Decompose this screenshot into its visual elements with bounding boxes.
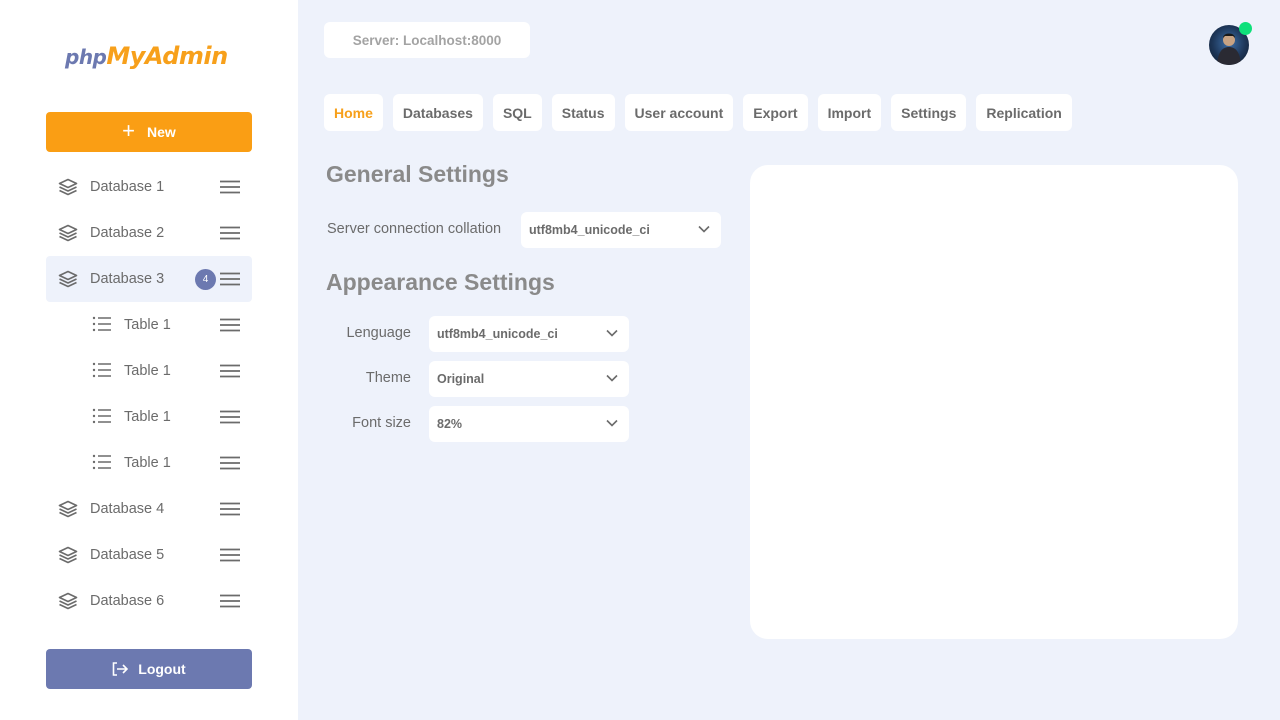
sidebar-item-label: Table 1: [124, 363, 171, 379]
layers-icon: [58, 546, 78, 564]
sidebar: phpMyAdmin + New Database 1 Database 2 Dat…: [0, 0, 298, 720]
theme-select[interactable]: Original: [429, 361, 629, 397]
appearance-settings-title: Appearance Settings: [326, 269, 555, 295]
layers-icon: [58, 178, 78, 196]
logo-myadmin-text: MyAdmin: [106, 42, 228, 70]
sidebar-table-item[interactable]: Table 1: [46, 348, 252, 394]
collation-label: Server connection collation: [327, 221, 502, 237]
tab-home[interactable]: Home: [324, 94, 383, 131]
sidebar-table-item[interactable]: Table 1: [46, 440, 252, 486]
sidebar-database-item[interactable]: Database 4: [46, 486, 252, 532]
hamburger-icon[interactable]: [220, 502, 240, 516]
hamburger-icon[interactable]: [220, 226, 240, 240]
hamburger-icon[interactable]: [220, 364, 240, 378]
language-select[interactable]: utf8mb4_unicode_ci: [429, 316, 629, 352]
tab-settings[interactable]: Settings: [891, 94, 967, 131]
hamburger-icon[interactable]: [220, 318, 240, 332]
list-icon: [92, 454, 112, 472]
chevron-down-icon: [606, 419, 618, 427]
tab-status[interactable]: Status: [551, 94, 615, 131]
logout-button[interactable]: Logout: [46, 649, 252, 689]
hamburger-icon[interactable]: [220, 456, 240, 470]
sidebar-item-label: Table 1: [124, 317, 171, 333]
sidebar-item-label: Database 2: [90, 225, 165, 241]
phpmyadmin-logo[interactable]: phpMyAdmin: [65, 42, 228, 70]
sidebar-item-label: Database 3: [90, 271, 165, 287]
tab-sql[interactable]: SQL: [492, 94, 542, 131]
logout-button-label: Logout: [138, 661, 186, 677]
tab-export[interactable]: Export: [743, 94, 808, 131]
chevron-down-icon: [606, 374, 618, 382]
logout-icon: [112, 662, 129, 676]
database-tree: Database 1 Database 2 Database 3 4 Table 1 Ta…: [46, 164, 252, 624]
layers-icon: [58, 270, 78, 288]
hamburger-icon[interactable]: [220, 410, 240, 424]
sidebar-item-label: Table 1: [124, 455, 171, 471]
layers-icon: [58, 224, 78, 242]
online-status-dot: [1239, 22, 1252, 35]
new-button[interactable]: + New: [46, 112, 252, 152]
list-icon: [92, 408, 112, 426]
font-size-value: 82%: [437, 417, 463, 431]
tab-replication[interactable]: Replication: [976, 94, 1072, 131]
list-icon: [92, 362, 112, 380]
sidebar-database-item[interactable]: Database 3 4: [46, 256, 252, 302]
tab-user-account[interactable]: User account: [624, 94, 734, 131]
sidebar-item-label: Table 1: [124, 409, 171, 425]
collation-value: utf8mb4_unicode_ci: [529, 223, 650, 237]
server-indicator: Server: Localhost:8000: [324, 22, 530, 58]
chevron-down-icon: [606, 329, 618, 337]
theme-label: Theme: [365, 370, 411, 386]
sidebar-item-label: Database 6: [90, 593, 165, 609]
count-badge: 4: [195, 269, 216, 290]
sidebar-table-item[interactable]: Table 1: [46, 302, 252, 348]
main-nav: Home Databases SQL Status User account Export…: [324, 94, 1072, 131]
language-value: utf8mb4_unicode_ci: [437, 327, 558, 341]
hamburger-icon[interactable]: [220, 594, 240, 608]
sidebar-database-item[interactable]: Database 1: [46, 164, 252, 210]
collation-select[interactable]: utf8mb4_unicode_ci: [521, 212, 721, 248]
hamburger-icon[interactable]: [220, 548, 240, 562]
language-label: Lenguage: [346, 325, 411, 341]
sidebar-table-item[interactable]: Table 1: [46, 394, 252, 440]
font-size-select[interactable]: 82%: [429, 406, 629, 442]
sidebar-item-label: Database 1: [90, 179, 165, 195]
layers-icon: [58, 592, 78, 610]
chevron-down-icon: [698, 225, 710, 233]
general-settings-title: General Settings: [326, 161, 509, 187]
tab-databases[interactable]: Databases: [392, 94, 483, 131]
server-label: Server: Localhost:8000: [352, 32, 502, 48]
sidebar-database-item[interactable]: Database 5: [46, 532, 252, 578]
plus-icon: +: [122, 118, 136, 143]
font-size-label: Font size: [352, 415, 411, 431]
sidebar-item-label: Database 4: [90, 501, 165, 517]
sidebar-item-label: Database 5: [90, 547, 165, 563]
hamburger-icon[interactable]: [220, 180, 240, 194]
logo-php-text: php: [65, 45, 107, 69]
layers-icon: [58, 500, 78, 518]
list-icon: [92, 316, 112, 334]
sidebar-database-item[interactable]: Database 6: [46, 578, 252, 624]
content-panel: [750, 165, 1238, 639]
tab-import[interactable]: Import: [817, 94, 882, 131]
hamburger-icon[interactable]: [220, 272, 240, 286]
sidebar-database-item[interactable]: Database 2: [46, 210, 252, 256]
theme-value: Original: [437, 372, 485, 386]
new-button-label: New: [147, 124, 176, 140]
